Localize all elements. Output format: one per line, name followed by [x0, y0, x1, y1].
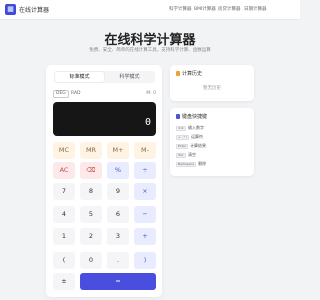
shortcut-desc: 删除 — [198, 161, 207, 166]
shortcut-key: Esc — [176, 153, 186, 158]
key-3[interactable]: 3 — [107, 228, 129, 245]
key-m-minus[interactable]: M- — [134, 142, 156, 159]
shortcuts-card: 键盘快捷键 0-9 输入数字 + - * / 运算符 Enter 计算结果 Esc 清空… — [170, 108, 254, 176]
shortcut-row: 0-9 输入数字 — [176, 125, 204, 131]
key-7[interactable]: 7 — [53, 183, 75, 200]
key-8[interactable]: 8 — [80, 183, 102, 200]
shortcut-row: Backspace 删除 — [176, 161, 206, 167]
brand-name[interactable]: 在线计算器 — [19, 5, 49, 14]
key-4[interactable]: 4 — [53, 206, 75, 223]
key-negate[interactable]: ± — [53, 273, 75, 290]
key-equals[interactable]: = — [80, 273, 156, 290]
calculator-card: 标准模式 科学模式 DEG RAD M: 0 0 MC MR M+ M- AC … — [46, 65, 162, 297]
key-percent[interactable]: % — [107, 162, 129, 179]
calculator-display: 0 — [53, 102, 156, 136]
shortcut-row: Enter 计算结果 — [176, 143, 206, 149]
key-divide[interactable]: ÷ — [134, 162, 156, 179]
shortcut-row: Esc 清空 — [176, 152, 196, 158]
key-9[interactable]: 9 — [107, 183, 129, 200]
nav-link-date[interactable]: 日期计算器 — [244, 6, 267, 12]
shortcut-row: + - * / 运算符 — [176, 134, 203, 140]
key-1[interactable]: 1 — [53, 228, 75, 245]
key-open-paren[interactable]: ( — [53, 252, 75, 269]
logo-icon: ▦ — [5, 4, 16, 15]
key-backspace[interactable]: ⌫ — [80, 162, 102, 179]
key-decimal[interactable]: . — [107, 252, 129, 269]
shortcut-desc: 清空 — [188, 152, 196, 157]
history-title: 计算历史 — [176, 70, 202, 77]
display-result: 0 — [144, 117, 151, 128]
shortcut-key: 0-9 — [176, 126, 186, 131]
history-card: 计算历史 暂无历史 — [170, 65, 254, 101]
shortcut-key: + - * / — [176, 135, 189, 140]
shortcuts-title-text: 键盘快捷键 — [182, 114, 208, 120]
top-navbar: ▦ 在线计算器 科学计算器 BMI计算器 房贷计算器 日期计算器 — [0, 0, 300, 20]
page-subtitle: 免费、安全、简单的在线计算工具，支持科学计算、函数运算 — [89, 48, 211, 53]
tab-standard-mode[interactable]: 标准模式 — [55, 72, 104, 82]
memory-indicator: M: 0 — [146, 91, 156, 96]
key-0[interactable]: 0 — [80, 252, 102, 269]
angle-deg-button[interactable]: DEG — [53, 90, 69, 98]
shortcut-desc: 计算结果 — [190, 143, 207, 148]
page-title: 在线科学计算器 — [104, 33, 196, 48]
shortcut-desc: 运算符 — [190, 134, 203, 139]
nav-link-mortgage[interactable]: 房贷计算器 — [218, 6, 241, 12]
nav-link-bmi[interactable]: BMI计算器 — [194, 6, 216, 12]
key-close-paren[interactable]: ) — [134, 252, 156, 269]
history-title-text: 计算历史 — [182, 71, 203, 77]
shortcut-key: Backspace — [176, 162, 197, 167]
key-add[interactable]: + — [134, 228, 156, 245]
key-all-clear[interactable]: AC — [53, 162, 75, 179]
shortcut-desc: 输入数字 — [188, 125, 204, 130]
angle-rad-button[interactable]: RAD — [69, 90, 83, 98]
key-m-plus[interactable]: M+ — [107, 142, 129, 159]
key-5[interactable]: 5 — [80, 206, 102, 223]
shortcuts-title: 键盘快捷键 — [176, 113, 207, 120]
tab-scientific-mode[interactable]: 科学模式 — [105, 72, 154, 82]
nav-link-scientific[interactable]: 科学计算器 — [169, 6, 192, 12]
key-2[interactable]: 2 — [80, 228, 102, 245]
history-empty-text: 暂无历史 — [203, 86, 221, 91]
clock-icon — [176, 71, 180, 76]
key-mc[interactable]: MC — [53, 142, 75, 159]
mode-tabs: 标准模式 科学模式 — [54, 71, 155, 83]
keyboard-icon — [176, 114, 180, 119]
key-multiply[interactable]: × — [134, 183, 156, 200]
key-mr[interactable]: MR — [80, 142, 102, 159]
key-6[interactable]: 6 — [107, 206, 129, 223]
key-subtract[interactable]: − — [134, 206, 156, 223]
shortcut-key: Enter — [176, 144, 189, 149]
